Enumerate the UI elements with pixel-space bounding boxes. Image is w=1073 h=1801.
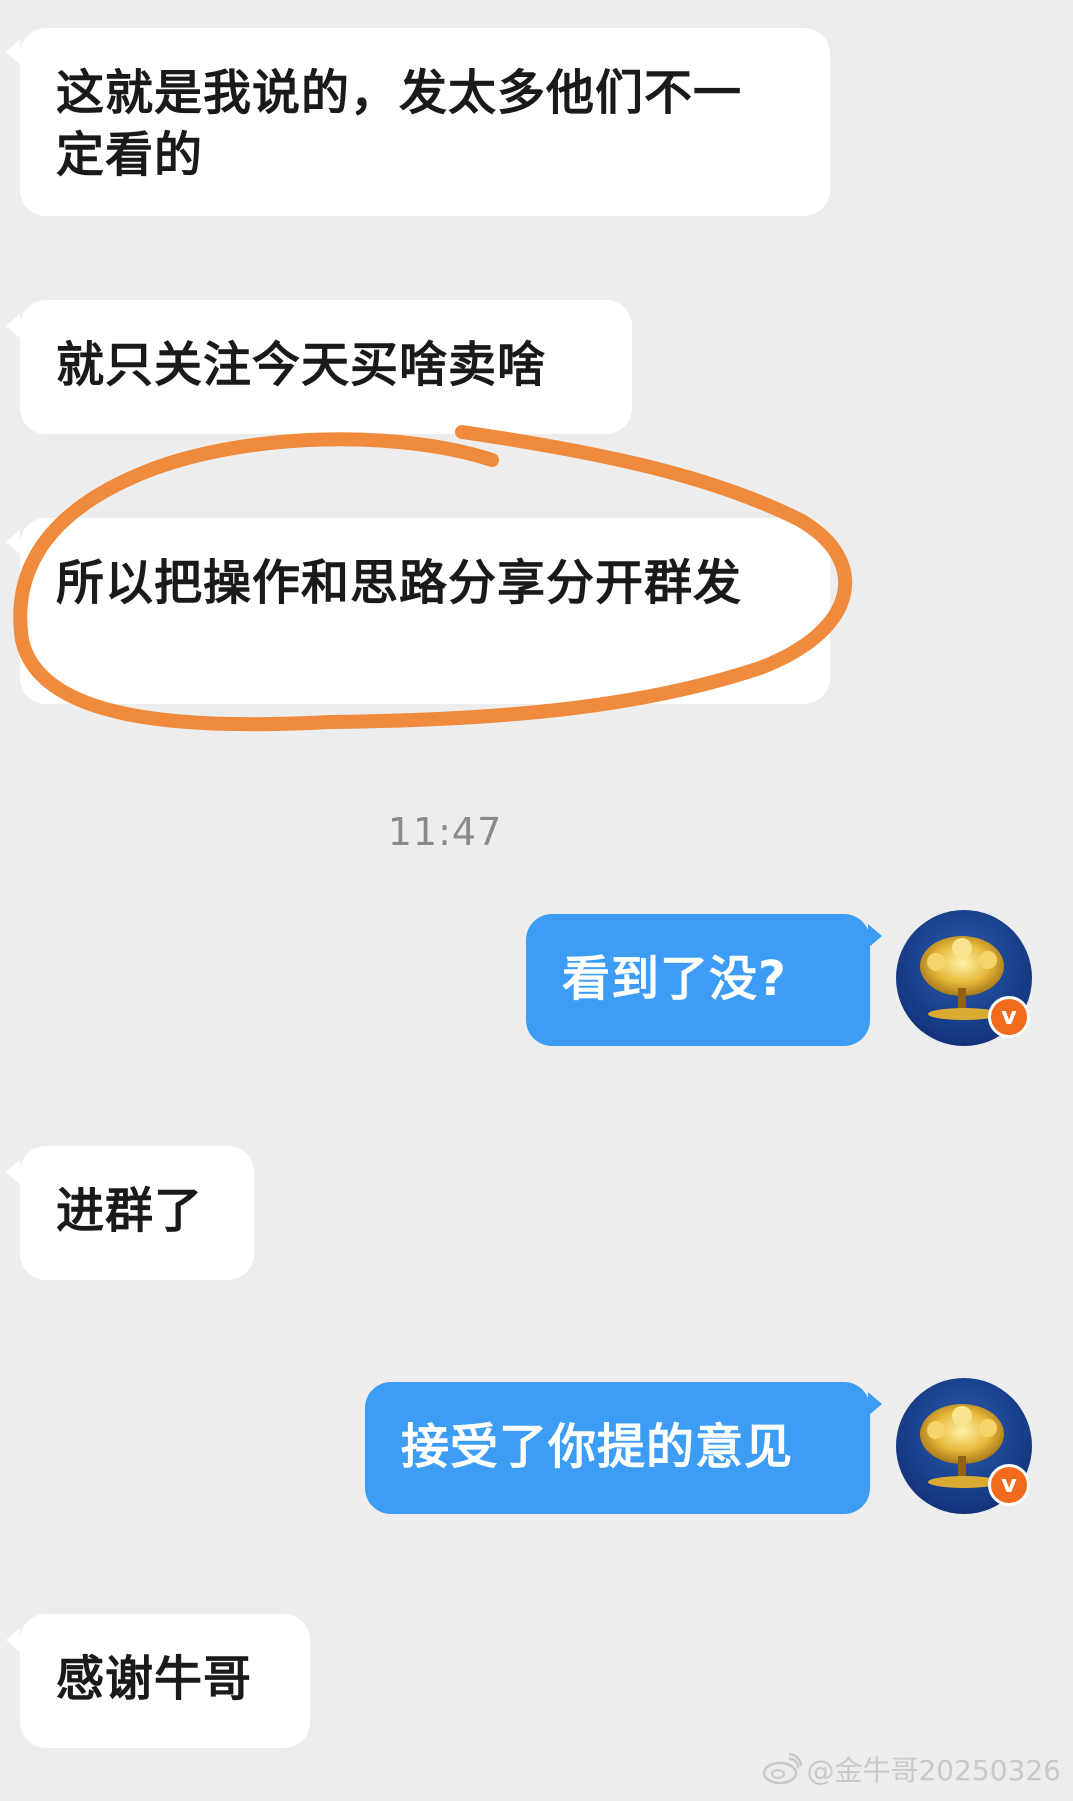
verified-badge-label: v [1001, 1002, 1017, 1030]
message-bubble-incoming[interactable]: 就只关注今天买啥卖啥 [20, 300, 632, 434]
highlight-circle-annotation [13, 425, 853, 732]
weibo-icon [763, 1753, 803, 1785]
bubble-tail [6, 40, 20, 64]
watermark: @金牛哥20250326 [762, 1749, 1061, 1789]
message-bubble-incoming[interactable]: 感谢牛哥 [20, 1614, 310, 1748]
verified-badge: v [988, 1464, 1030, 1506]
watermark-text: @金牛哥20250326 [806, 1754, 1061, 1787]
message-bubble-incoming[interactable]: 这就是我说的，发太多他们不一定看的 [20, 28, 830, 216]
verified-badge-label: v [1001, 1470, 1017, 1498]
message-text: 进群了 [56, 1183, 204, 1239]
bubble-tail [6, 314, 20, 338]
bubble-tail [6, 1628, 20, 1652]
bubble-tail [868, 924, 882, 948]
avatar[interactable]: v [896, 1378, 1032, 1514]
message-text: 感谢牛哥 [56, 1651, 253, 1707]
message-bubble-outgoing[interactable]: 看到了没? [526, 914, 870, 1046]
timestamp: 11:47 [387, 810, 503, 854]
message-bubble-incoming[interactable]: 所以把操作和思路分享分开群发 [20, 518, 830, 704]
bubble-tail [868, 1392, 882, 1416]
message-text: 这就是我说的，发太多他们不一定看的 [56, 65, 743, 183]
message-text: 看到了没? [562, 951, 787, 1007]
message-text: 所以把操作和思路分享分开群发 [56, 555, 743, 611]
avatar[interactable]: v [896, 910, 1032, 1046]
message-text: 就只关注今天买啥卖啥 [56, 337, 547, 393]
message-text: 接受了你提的意见 [401, 1419, 794, 1475]
bubble-tail [6, 530, 20, 554]
bubble-tail [6, 1160, 20, 1184]
verified-badge: v [988, 996, 1030, 1038]
message-bubble-incoming[interactable]: 进群了 [20, 1146, 254, 1280]
message-bubble-outgoing[interactable]: 接受了你提的意见 [365, 1382, 870, 1514]
